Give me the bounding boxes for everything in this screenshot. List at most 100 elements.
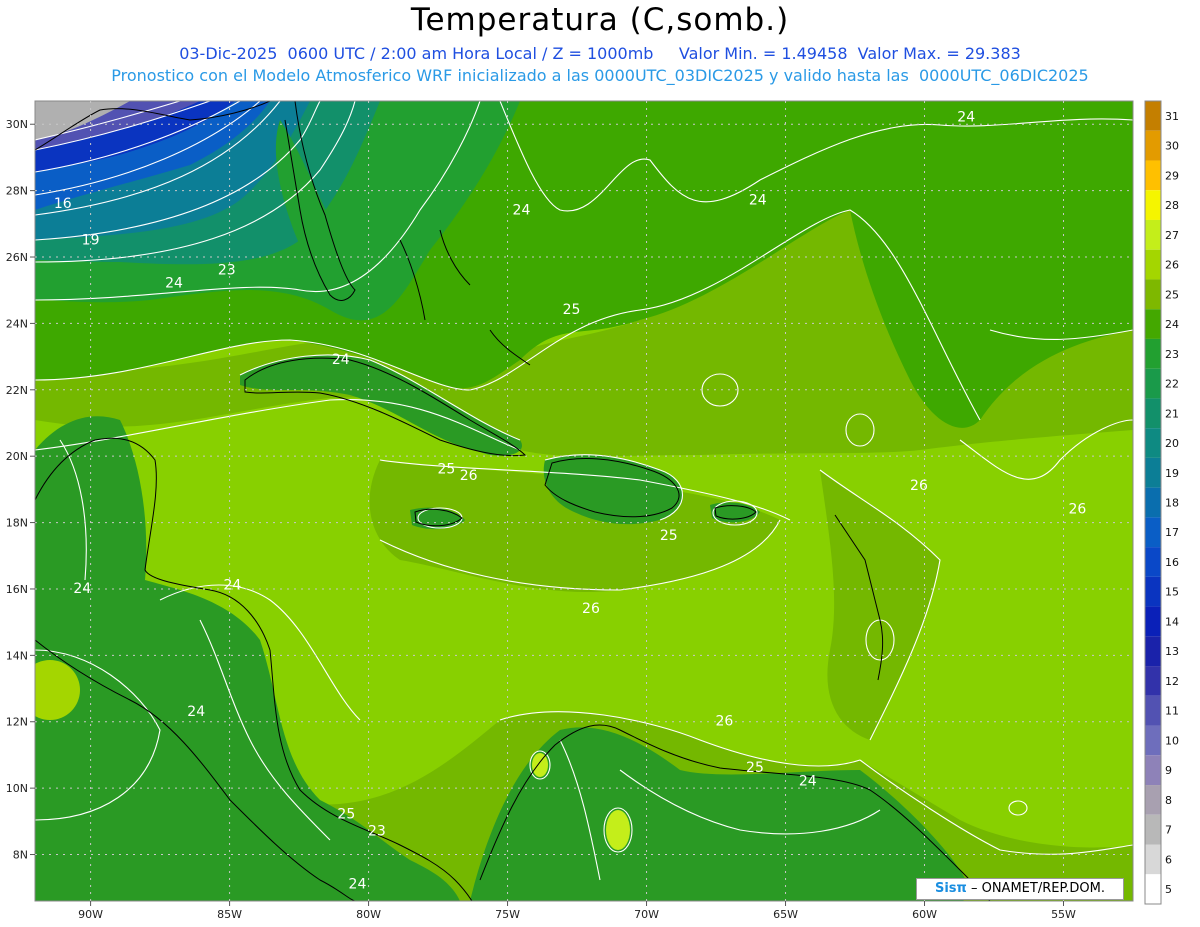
legend-level-label: 30 xyxy=(1165,140,1179,153)
hot-spot-pacific xyxy=(35,660,80,720)
legend-color-swatch xyxy=(1145,725,1161,756)
contour-value-label: 19 xyxy=(82,232,100,248)
contour-value-label: 26 xyxy=(715,714,733,730)
contour-value-label: 26 xyxy=(910,478,928,494)
longitude-label: 75W xyxy=(495,908,520,921)
legend-color-swatch xyxy=(1145,814,1161,845)
contour-value-label: 26 xyxy=(1068,501,1086,517)
latitude-label: 20N xyxy=(6,450,28,463)
contour-value-label: 25 xyxy=(746,760,764,776)
legend-color-swatch xyxy=(1145,249,1161,280)
latitude-label: 10N xyxy=(6,782,28,795)
contour-value-label: 24 xyxy=(513,203,531,219)
latitude-label: 8N xyxy=(13,849,28,862)
legend-color-swatch xyxy=(1145,636,1161,667)
contour-value-label: 23 xyxy=(218,262,236,278)
latitude-label: 14N xyxy=(6,649,28,662)
legend-level-label: 8 xyxy=(1165,794,1172,807)
legend-level-label: 20 xyxy=(1165,437,1179,450)
legend-color-swatch xyxy=(1145,606,1161,637)
legend-color-swatch xyxy=(1145,398,1161,429)
legend-color-swatch xyxy=(1145,368,1161,399)
legend-level-label: 29 xyxy=(1165,169,1179,182)
contour-value-label: 23 xyxy=(368,823,386,839)
longitude-label: 90W xyxy=(78,908,103,921)
legend-level-label: 18 xyxy=(1165,497,1179,510)
contour-value-label: 24 xyxy=(332,352,350,368)
contour-value-label: 25 xyxy=(563,302,581,318)
credit-box: Sisπ – ONAMET/REP.DOM. xyxy=(916,878,1124,900)
legend-color-swatch xyxy=(1145,219,1161,250)
hot-spot-colombia xyxy=(606,810,630,850)
contour-value-label: 24 xyxy=(749,193,767,209)
legend-level-label: 10 xyxy=(1165,734,1179,747)
contour-value-label: 26 xyxy=(582,601,600,617)
latitude-label: 18N xyxy=(6,517,28,530)
longitude-label: 70W xyxy=(634,908,659,921)
legend-level-label: 22 xyxy=(1165,378,1179,391)
latitude-label: 12N xyxy=(6,716,28,729)
legend-color-swatch xyxy=(1145,487,1161,518)
map-plot-area xyxy=(35,101,1133,901)
brand-logo-text: Sisπ xyxy=(934,881,967,896)
longitude-label: 55W xyxy=(1051,908,1076,921)
legend-level-label: 5 xyxy=(1165,883,1172,896)
color-legend: 31 30 29 28 27 26 25 24 23 22 21 20 19 18 17 16 15 14 13 12… xyxy=(1144,100,1179,905)
legend-color-swatch xyxy=(1145,457,1161,488)
latitude-label: 22N xyxy=(6,384,28,397)
latitude-label: 24N xyxy=(6,317,28,330)
legend-color-swatch xyxy=(1145,695,1161,726)
contour-value-label: 26 xyxy=(460,468,478,484)
legend-level-label: 28 xyxy=(1165,199,1179,212)
contour-value-label: 24 xyxy=(223,578,241,594)
legend-level-label: 13 xyxy=(1165,645,1179,658)
legend-level-label: 21 xyxy=(1165,407,1179,420)
legend-color-swatch xyxy=(1145,101,1161,131)
credit-text: – ONAMET/REP.DOM. xyxy=(970,881,1105,896)
legend-level-label: 7 xyxy=(1165,824,1172,837)
legend-color-swatch xyxy=(1145,874,1161,904)
contour-value-label: 25 xyxy=(660,528,678,544)
contour-value-label: 24 xyxy=(73,581,91,597)
latitude-label: 16N xyxy=(6,583,28,596)
legend-color-swatch xyxy=(1145,338,1161,369)
contour-value-label: 25 xyxy=(337,807,355,823)
legend-color-swatch xyxy=(1145,160,1161,191)
legend-level-label: 27 xyxy=(1165,229,1179,242)
legend-color-swatch xyxy=(1145,785,1161,815)
latitude-label: 28N xyxy=(6,185,28,198)
legend-color-swatch xyxy=(1145,428,1161,458)
legend-level-label: 15 xyxy=(1165,586,1179,599)
legend-level-label: 26 xyxy=(1165,259,1179,272)
longitude-label: 85W xyxy=(217,908,242,921)
legend-color-swatch xyxy=(1145,576,1161,607)
legend-color-swatch xyxy=(1145,130,1161,161)
longitude-label: 65W xyxy=(773,908,798,921)
legend-color-swatch xyxy=(1145,755,1161,786)
contour-value-label: 24 xyxy=(957,110,975,126)
legend-color-swatch xyxy=(1145,279,1161,310)
contour-value-label: 24 xyxy=(165,276,183,292)
longitude-label: 80W xyxy=(356,908,381,921)
contour-value-label: 24 xyxy=(187,704,205,720)
legend-level-label: 11 xyxy=(1165,705,1179,718)
legend-level-label: 6 xyxy=(1165,853,1172,866)
contour-value-label: 16 xyxy=(54,196,72,212)
legend-level-label: 17 xyxy=(1165,526,1179,539)
contour-value-label: 24 xyxy=(349,876,367,892)
temperature-map: 30N28N26N24N22N20N18N16N14N12N10N8N90W 85… xyxy=(6,100,1179,921)
longitude-label: 60W xyxy=(912,908,937,921)
legend-level-label: 12 xyxy=(1165,675,1179,688)
legend-level-label: 31 xyxy=(1165,110,1179,123)
latitude-label: 26N xyxy=(6,251,28,264)
legend-color-swatch xyxy=(1145,666,1161,696)
legend-color-swatch xyxy=(1145,844,1161,875)
legend-level-label: 19 xyxy=(1165,467,1179,480)
latitude-label: 30N xyxy=(6,118,28,131)
legend-level-label: 23 xyxy=(1165,348,1179,361)
legend-level-label: 25 xyxy=(1165,288,1179,301)
legend-level-label: 16 xyxy=(1165,556,1179,569)
legend-color-swatch xyxy=(1145,517,1161,548)
legend-color-swatch xyxy=(1145,190,1161,220)
legend-level-label: 9 xyxy=(1165,764,1172,777)
